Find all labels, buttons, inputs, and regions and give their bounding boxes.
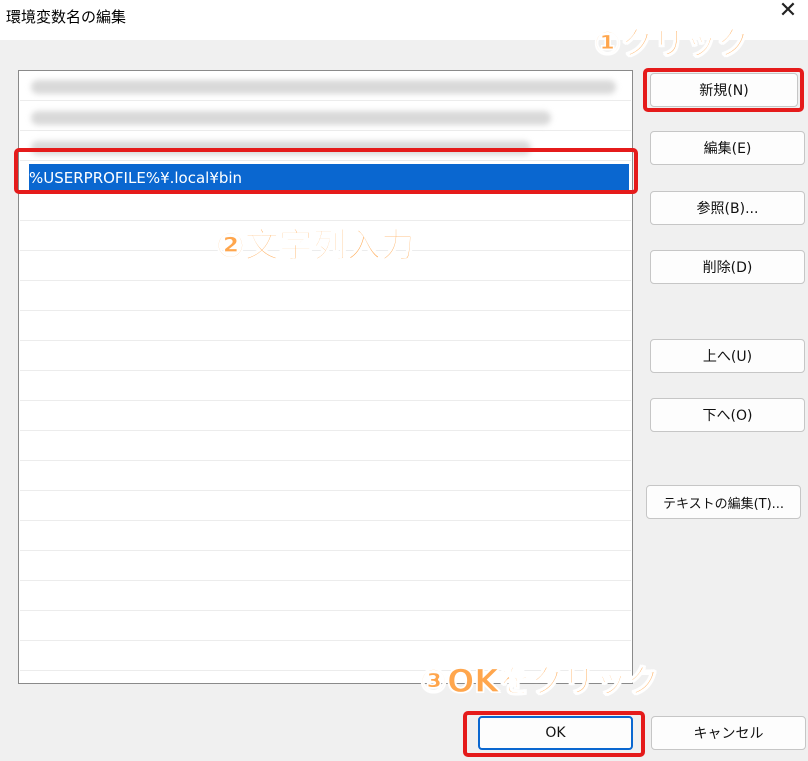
list-row[interactable] xyxy=(20,401,631,431)
browse-button[interactable]: 参照(B)... xyxy=(650,191,805,225)
list-row[interactable] xyxy=(20,491,631,521)
list-row[interactable] xyxy=(20,311,631,341)
ok-button[interactable]: OK xyxy=(478,716,633,750)
blurred-entry[interactable] xyxy=(31,141,531,155)
list-row[interactable] xyxy=(20,521,631,551)
selected-item-text: %USERPROFILE%¥.local¥bin xyxy=(29,169,243,187)
selected-list-item[interactable]: %USERPROFILE%¥.local¥bin xyxy=(29,164,629,194)
list-row[interactable] xyxy=(20,611,631,641)
list-row[interactable] xyxy=(20,431,631,461)
move-up-button[interactable]: 上へ(U) xyxy=(650,339,805,373)
list-row[interactable] xyxy=(20,551,631,581)
list-row[interactable] xyxy=(20,371,631,401)
window-title: 環境変数名の編集 xyxy=(6,8,127,26)
title-bar: 環境変数名の編集 ✕ xyxy=(0,0,808,40)
delete-button[interactable]: 削除(D) xyxy=(650,250,805,284)
list-row[interactable] xyxy=(20,461,631,491)
new-button[interactable]: 新規(N) xyxy=(650,73,798,107)
cancel-button[interactable]: キャンセル xyxy=(651,716,806,750)
edit-button[interactable]: 編集(E) xyxy=(650,131,805,165)
list-row[interactable] xyxy=(20,191,631,221)
list-row[interactable] xyxy=(20,251,631,281)
list-row[interactable] xyxy=(20,341,631,371)
list-row[interactable] xyxy=(20,281,631,311)
close-icon[interactable]: ✕ xyxy=(772,0,804,22)
list-row[interactable] xyxy=(20,641,631,671)
list-row[interactable] xyxy=(20,581,631,611)
move-down-button[interactable]: 下へ(O) xyxy=(650,398,805,432)
list-row[interactable] xyxy=(20,221,631,251)
path-list[interactable]: %USERPROFILE%¥.local¥bin xyxy=(18,70,633,684)
edit-text-button[interactable]: テキストの編集(T)... xyxy=(646,485,801,519)
blurred-entry[interactable] xyxy=(31,111,551,125)
blurred-entry[interactable] xyxy=(31,80,616,94)
